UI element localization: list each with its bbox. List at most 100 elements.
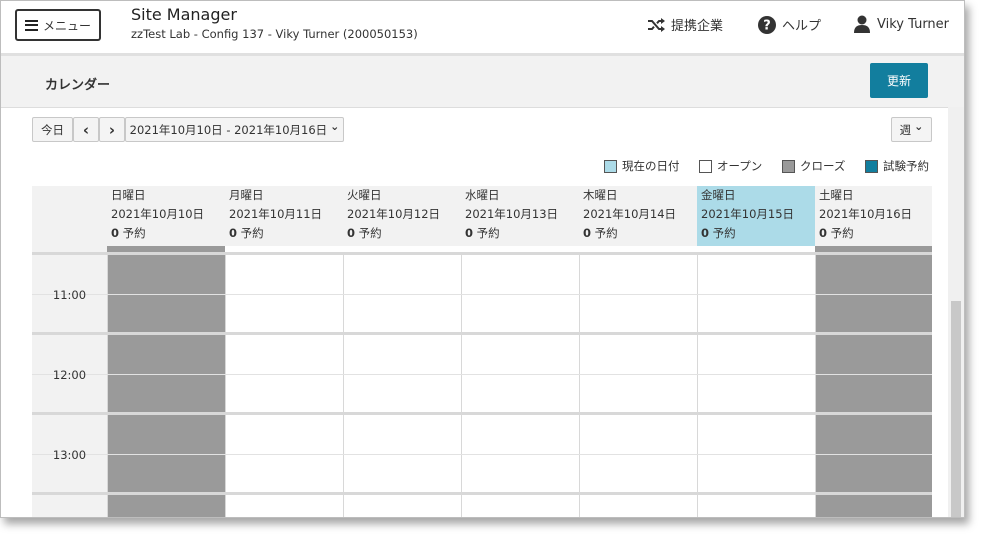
booking-count-value: 0	[701, 226, 710, 240]
chevron-left-icon[interactable]: ‹	[73, 117, 99, 142]
view-select[interactable]: 週 ⌄	[891, 117, 932, 142]
booking-count-suffix: 予約	[355, 226, 382, 240]
weekday-label: 金曜日	[701, 188, 736, 202]
booking-count-value: 0	[347, 226, 356, 240]
date-label: 2021年10月13日	[465, 207, 559, 221]
booking-count-suffix: 予約	[827, 226, 854, 240]
menu-button[interactable]: メニュー	[15, 9, 101, 41]
partners-label: 提携企業	[671, 19, 724, 34]
booking-count-suffix: 予約	[709, 226, 736, 240]
date-label: 2021年10月15日	[701, 207, 795, 221]
user-name: Viky Turner	[877, 16, 950, 32]
booking-count-suffix: 予約	[591, 226, 618, 240]
booking-count-value: 0	[229, 226, 238, 240]
legend-label: オープン	[717, 159, 763, 173]
booking-count-suffix: 予約	[473, 226, 500, 240]
day-header-tue[interactable]: 火曜日 2021年10月12日 0 予約	[343, 186, 461, 246]
date-label: 2021年10月10日	[111, 207, 205, 221]
booking-count-value: 0	[111, 226, 120, 240]
menu-label: メニュー	[42, 18, 91, 33]
half-hour-line	[32, 374, 932, 375]
page-header: カレンダー 更新	[1, 56, 964, 108]
day-header-sat[interactable]: 土曜日 2021年10月16日 0 予約	[815, 186, 932, 246]
booking-count-value: 0	[465, 226, 474, 240]
day-column-sun[interactable]	[107, 246, 225, 517]
weekday-label: 土曜日	[819, 188, 854, 202]
hour-line	[32, 412, 932, 415]
svg-text:?: ?	[763, 18, 771, 33]
page-title: カレンダー	[45, 78, 111, 93]
chevron-down-icon: ⌄	[330, 120, 340, 133]
scrollbar-thumb[interactable]	[951, 301, 961, 517]
booking-count: 0 予約	[347, 224, 461, 243]
legend-item-open: オープン	[699, 158, 762, 174]
weekday-label: 火曜日	[347, 188, 382, 202]
booking-count: 0 予約	[229, 224, 343, 243]
week-calendar: 11:00 12:00 13:00 日曜日 2021年10月10日 0 予約 月…	[32, 186, 932, 517]
date-label: 2021年10月16日	[819, 207, 913, 221]
legend-item-closed: クローズ	[782, 158, 845, 174]
help-link[interactable]: ? ヘルプ	[758, 15, 821, 34]
booking-count-suffix: 予約	[119, 226, 146, 240]
legend-label: 試験予約	[883, 159, 929, 173]
app-subtitle: zzTest Lab - Config 137 - Viky Turner (2…	[131, 27, 418, 41]
day-header-wed[interactable]: 水曜日 2021年10月13日 0 予約	[461, 186, 579, 246]
legend-item-today: 現在の日付	[604, 158, 680, 174]
day-column-wed[interactable]	[461, 246, 579, 517]
day-header-mon[interactable]: 月曜日 2021年10月11日 0 予約	[225, 186, 343, 246]
day-header-sun[interactable]: 日曜日 2021年10月10日 0 予約	[107, 186, 225, 246]
date-label: 2021年10月14日	[583, 207, 677, 221]
booking-count: 0 予約	[819, 224, 932, 243]
time-column	[32, 186, 107, 517]
legend-swatch	[604, 159, 617, 173]
booking-count-suffix: 予約	[237, 226, 264, 240]
help-label: ヘルプ	[782, 19, 822, 34]
weekday-label: 木曜日	[583, 188, 618, 202]
booking-count: 0 予約	[465, 224, 579, 243]
day-column-thu[interactable]	[579, 246, 697, 517]
booking-count: 0 予約	[111, 224, 225, 243]
legend-swatch	[699, 159, 712, 173]
day-column-mon[interactable]	[225, 246, 343, 517]
day-column-fri[interactable]	[697, 246, 815, 517]
user-menu[interactable]: Viky Turner	[853, 15, 949, 33]
day-header-fri-today[interactable]: 金曜日 2021年10月15日 0 予約	[697, 186, 815, 246]
hamburger-icon	[24, 19, 38, 31]
booking-count: 0 予約	[583, 224, 697, 243]
date-label: 2021年10月12日	[347, 207, 441, 221]
partners-link[interactable]: 提携企業	[647, 15, 723, 34]
date-range-dropdown[interactable]: 2021年10月10日 - 2021年10月16日 ⌄	[125, 117, 344, 142]
time-label: 12:00	[52, 368, 87, 382]
booking-count: 0 予約	[701, 224, 815, 243]
day-header-thu[interactable]: 木曜日 2021年10月14日 0 予約	[579, 186, 697, 246]
booking-count-value: 0	[583, 226, 592, 240]
update-button[interactable]: 更新	[870, 63, 928, 98]
hour-line	[32, 252, 932, 255]
help-circle-icon: ?	[758, 15, 776, 34]
shuffle-icon	[647, 16, 665, 34]
weekday-label: 日曜日	[111, 188, 146, 202]
weekday-label: 月曜日	[229, 188, 264, 202]
hour-line	[32, 332, 932, 335]
legend-swatch	[865, 159, 878, 173]
chevron-down-icon: ⌄	[914, 120, 924, 133]
legend-label: クローズ	[800, 159, 846, 173]
chevron-right-icon[interactable]: ›	[99, 117, 125, 142]
app-title: Site Manager	[131, 5, 237, 24]
day-column-tue[interactable]	[343, 246, 461, 517]
legend-label: 現在の日付	[622, 159, 680, 173]
user-icon	[853, 15, 871, 33]
legend-item-booking: 試験予約	[865, 158, 929, 174]
weekday-label: 水曜日	[465, 188, 500, 202]
view-select-value: 週	[899, 122, 912, 137]
time-label: 13:00	[52, 448, 87, 462]
top-header: メニュー Site Manager zzTest Lab - Config 13…	[1, 1, 964, 56]
half-hour-line	[32, 294, 932, 295]
legend-swatch	[782, 159, 795, 173]
booking-count-value: 0	[819, 226, 828, 240]
app-window: メニュー Site Manager zzTest Lab - Config 13…	[0, 0, 965, 518]
today-button[interactable]: 今日	[32, 117, 73, 142]
date-range-value: 2021年10月10日 - 2021年10月16日	[129, 122, 328, 137]
day-column-sat[interactable]	[815, 246, 932, 517]
time-label: 11:00	[52, 288, 87, 302]
